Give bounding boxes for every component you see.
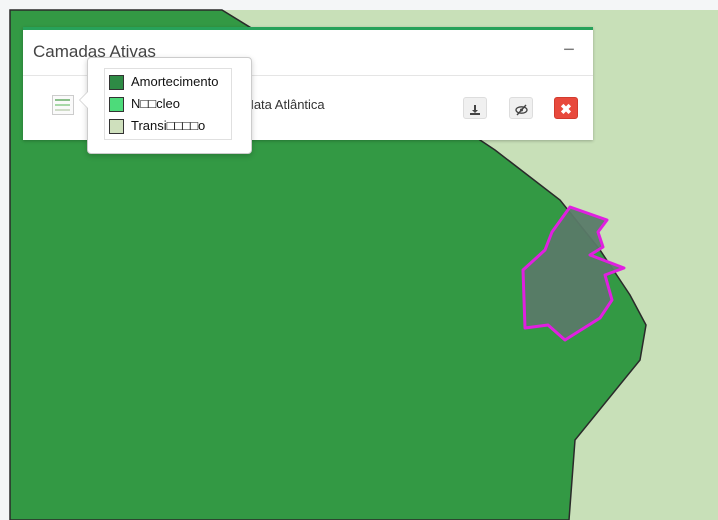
legend-label: Transi□□□□o	[131, 118, 206, 133]
legend-label: N□□cleo	[131, 96, 180, 111]
legend-swatch	[109, 75, 124, 90]
download-icon	[470, 104, 480, 115]
legend-label: Amortecimento	[131, 74, 219, 89]
download-button[interactable]	[463, 97, 487, 119]
remove-layer-button[interactable]: ✖	[554, 97, 578, 119]
layer-name: Mata Atlântica	[243, 97, 325, 112]
legend-swatch	[109, 119, 124, 134]
eye-slash-icon	[514, 104, 528, 116]
collapse-button[interactable]: −	[563, 40, 575, 60]
legend-popover: Amortecimento N□□cleo Transi□□□□o	[79, 57, 252, 154]
legend-box: Amortecimento N□□cleo Transi□□□□o	[104, 68, 232, 140]
legend-swatch	[109, 97, 124, 112]
legend-thumbnail-icon[interactable]	[52, 95, 74, 115]
visibility-toggle-button[interactable]	[509, 97, 533, 119]
